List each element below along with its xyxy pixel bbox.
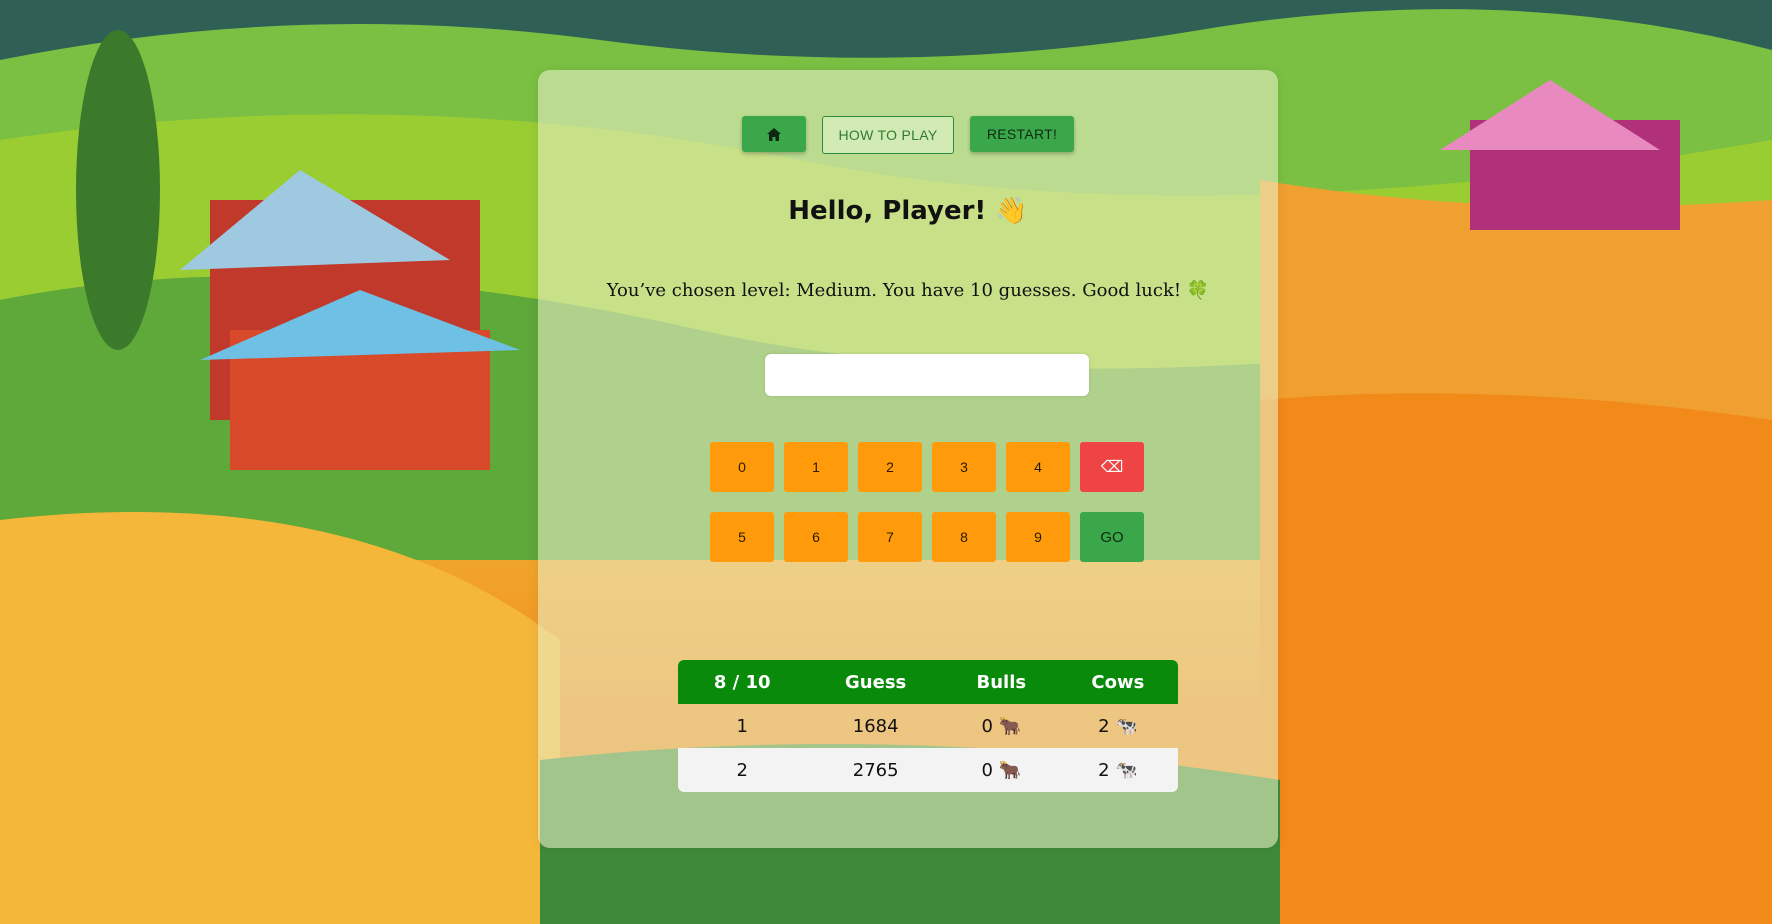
home-button[interactable] xyxy=(742,116,806,152)
row-cows: 2 🐄 xyxy=(1098,715,1138,737)
keypad-row: 5 6 7 8 9 GO xyxy=(710,512,1144,562)
guess-input[interactable] xyxy=(765,354,1089,396)
key-8[interactable]: 8 xyxy=(932,512,996,562)
table-row: 1 1684 0 🐂 2 🐄 xyxy=(678,704,1178,748)
keypad-row: 0 1 2 3 4 ⌫ xyxy=(710,442,1144,492)
row-bulls: 0 🐂 xyxy=(981,715,1022,737)
key-1[interactable]: 1 xyxy=(784,442,848,492)
row-guess: 2765 xyxy=(852,759,899,781)
table-header-row: 8 / 10 Guess Bulls Cows xyxy=(678,660,1178,704)
key-5[interactable]: 5 xyxy=(710,512,774,562)
home-icon xyxy=(767,127,781,141)
key-7[interactable]: 7 xyxy=(858,512,922,562)
key-3[interactable]: 3 xyxy=(932,442,996,492)
go-button[interactable]: GO xyxy=(1080,512,1144,562)
table-row: 2 2765 0 🐂 2 🐄 xyxy=(678,748,1178,792)
guess-count-header: 8 / 10 xyxy=(713,671,771,693)
row-bulls: 0 🐂 xyxy=(981,759,1022,781)
how-to-play-button[interactable]: HOW TO PLAY xyxy=(822,116,954,154)
row-guess: 1684 xyxy=(852,715,899,737)
key-0[interactable]: 0 xyxy=(710,442,774,492)
key-9[interactable]: 9 xyxy=(1006,512,1070,562)
backspace-button[interactable]: ⌫ xyxy=(1080,442,1144,492)
key-4[interactable]: 4 xyxy=(1006,442,1070,492)
key-6[interactable]: 6 xyxy=(784,512,848,562)
guess-results-table: 8 / 10 Guess Bulls Cows 1 1684 0 🐂 2 🐄 2… xyxy=(678,660,1178,792)
cows-header: Cows xyxy=(1091,671,1145,693)
row-number: 1 xyxy=(736,715,748,737)
guess-header: Guess xyxy=(845,671,907,693)
level-message: You’ve chosen level: Medium. You have 10… xyxy=(606,280,1210,301)
bulls-header: Bulls xyxy=(976,671,1027,693)
key-2[interactable]: 2 xyxy=(858,442,922,492)
navbar: HOW TO PLAY RESTART! xyxy=(538,116,1278,154)
number-keypad: 0 1 2 3 4 ⌫ 5 6 7 8 9 GO xyxy=(710,442,1144,582)
game-panel: HOW TO PLAY RESTART! Hello, Player! 👋 Yo… xyxy=(538,70,1278,848)
restart-button[interactable]: RESTART! xyxy=(970,116,1074,152)
greeting-title: Hello, Player! 👋 xyxy=(788,196,1028,226)
row-number: 2 xyxy=(736,759,748,781)
row-cows: 2 🐄 xyxy=(1098,759,1138,781)
